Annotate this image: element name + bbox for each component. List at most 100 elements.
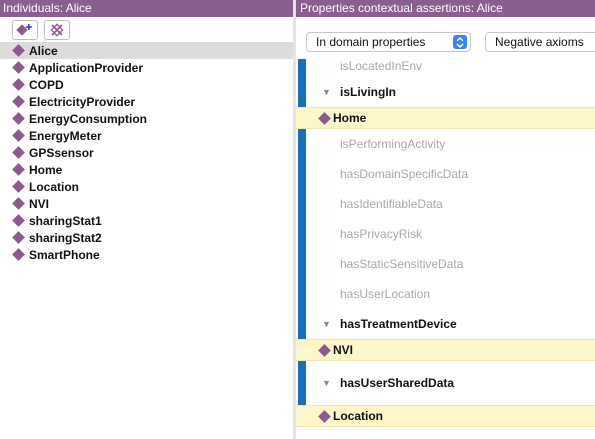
- individual-label: ElectricityProvider: [29, 94, 136, 109]
- property-row[interactable]: isLocatedInEnv: [296, 59, 595, 77]
- domain-properties-select-value: In domain properties: [316, 35, 426, 49]
- add-individual-button[interactable]: [12, 20, 38, 40]
- property-label: hasDomainSpecificData: [340, 167, 469, 181]
- individual-icon: [318, 343, 331, 357]
- individual-item[interactable]: Location: [0, 178, 293, 195]
- individual-icon: [318, 111, 331, 125]
- property-label: isLocatedInEnv: [340, 59, 423, 73]
- individual-label: Location: [29, 179, 79, 194]
- expanded-property-row[interactable]: ▼ isLivingIn: [296, 77, 595, 107]
- property-bar: [298, 249, 306, 279]
- property-label: isLivingIn: [340, 85, 397, 99]
- expanded-property-row[interactable]: ▼ hasTreatmentDevice: [296, 309, 595, 339]
- property-label: hasIdentifiableData: [340, 197, 443, 211]
- property-bar-spacer: [296, 398, 595, 405]
- property-label: hasTreatmentDevice: [340, 317, 457, 331]
- select-stepper-icon: [453, 35, 467, 49]
- property-row[interactable]: hasIdentifiableData: [296, 189, 595, 219]
- individual-item[interactable]: EnergyConsumption: [0, 110, 293, 127]
- individual-label: sharingStat1: [29, 213, 102, 228]
- property-row[interactable]: hasDomainSpecificData: [296, 159, 595, 189]
- individual-item[interactable]: COPD: [0, 76, 293, 93]
- individual-item[interactable]: EnergyMeter: [0, 127, 293, 144]
- individual-icon: [12, 163, 25, 176]
- individual-icon: [12, 112, 25, 125]
- disclosure-triangle-icon[interactable]: ▼: [322, 87, 331, 97]
- add-individual-icon: [16, 24, 32, 36]
- individual-icon: [12, 129, 25, 142]
- property-bar: [298, 77, 306, 107]
- property-label: hasStaticSensitiveData: [340, 257, 464, 271]
- individual-label: SmartPhone: [29, 247, 100, 262]
- individual-label: Home: [29, 162, 63, 177]
- individual-label: GPSsensor: [29, 145, 94, 160]
- individual-icon: [12, 61, 25, 74]
- individual-icon: [318, 409, 331, 423]
- individual-icon: [12, 44, 25, 57]
- property-bar: [298, 368, 306, 398]
- property-bar: [298, 309, 306, 339]
- property-assertions-panel-header: Properties contextual assertions: Alice: [296, 0, 595, 17]
- individual-icon: [12, 197, 25, 210]
- individual-item[interactable]: Alice: [0, 42, 293, 59]
- individual-item[interactable]: SmartPhone: [0, 246, 293, 263]
- property-bar-spacer: [296, 361, 595, 368]
- asserted-individual-row[interactable]: Location: [296, 405, 595, 427]
- individual-label: EnergyMeter: [29, 128, 102, 143]
- property-assertions-panel: Properties contextual assertions: Alice …: [296, 0, 595, 439]
- property-bar: [298, 361, 306, 368]
- individual-label: COPD: [29, 77, 64, 92]
- property-label: isPerformingActivity: [340, 137, 446, 151]
- asserted-individual-row[interactable]: Home: [296, 107, 595, 129]
- individuals-list: Alice ApplicationProvider COPD ElectricityP…: [0, 42, 293, 263]
- individual-icon: [12, 95, 25, 108]
- property-label: hasUserLocation: [340, 287, 431, 301]
- individual-item[interactable]: sharingStat2: [0, 229, 293, 246]
- individual-icon: [12, 78, 25, 91]
- individual-item[interactable]: Home: [0, 161, 293, 178]
- property-label: hasUserSharedData: [340, 376, 455, 390]
- property-row[interactable]: hasUserLocation: [296, 279, 595, 309]
- property-row[interactable]: isPerformingActivity: [296, 129, 595, 159]
- individual-icon: [12, 231, 25, 244]
- asserted-individual-label: Home: [333, 111, 367, 125]
- individuals-toolbar: [0, 17, 293, 42]
- property-row[interactable]: hasPrivacyRisk: [296, 219, 595, 249]
- individual-item[interactable]: ElectricityProvider: [0, 93, 293, 110]
- property-tree: isLocatedInEnv ▼ isLivingIn Home isPerformin…: [296, 59, 595, 427]
- disclosure-triangle-icon[interactable]: ▼: [322, 378, 331, 388]
- property-assertions-toolbar: In domain properties Negative axioms: [296, 17, 595, 59]
- individual-icon: [12, 248, 25, 261]
- individual-label: sharingStat2: [29, 230, 102, 245]
- expanded-property-row[interactable]: ▼ hasUserSharedData: [296, 368, 595, 398]
- property-bar: [298, 129, 306, 159]
- property-bar: [298, 189, 306, 219]
- property-bar: [298, 219, 306, 249]
- individual-item[interactable]: GPSsensor: [0, 144, 293, 161]
- property-bar: [298, 398, 306, 405]
- individuals-panel: Individuals: Alice Alice ApplicationProvi…: [0, 0, 293, 439]
- asserted-individual-row[interactable]: NVI: [296, 339, 595, 361]
- property-label: hasPrivacyRisk: [340, 227, 423, 241]
- individual-label: Alice: [29, 43, 58, 58]
- negative-axioms-button[interactable]: Negative axioms: [485, 32, 595, 52]
- individual-icon: [12, 180, 25, 193]
- property-bar: [298, 159, 306, 189]
- individual-icon: [12, 146, 25, 159]
- individual-item[interactable]: sharingStat1: [0, 212, 293, 229]
- individual-item[interactable]: ApplicationProvider: [0, 59, 293, 76]
- delete-individual-icon: [50, 23, 64, 37]
- individual-label: NVI: [29, 196, 50, 211]
- domain-properties-select[interactable]: In domain properties: [306, 32, 471, 52]
- asserted-individual-label: Location: [333, 409, 383, 423]
- asserted-individual-label: NVI: [333, 343, 354, 357]
- individual-label: EnergyConsumption: [29, 111, 148, 126]
- disclosure-triangle-icon[interactable]: ▼: [322, 319, 331, 329]
- delete-individual-button[interactable]: [44, 20, 70, 40]
- property-row[interactable]: hasStaticSensitiveData: [296, 249, 595, 279]
- individual-item[interactable]: NVI: [0, 195, 293, 212]
- individuals-panel-header: Individuals: Alice: [0, 0, 293, 17]
- property-bar: [298, 279, 306, 309]
- individual-icon: [12, 214, 25, 227]
- individual-label: ApplicationProvider: [29, 60, 144, 75]
